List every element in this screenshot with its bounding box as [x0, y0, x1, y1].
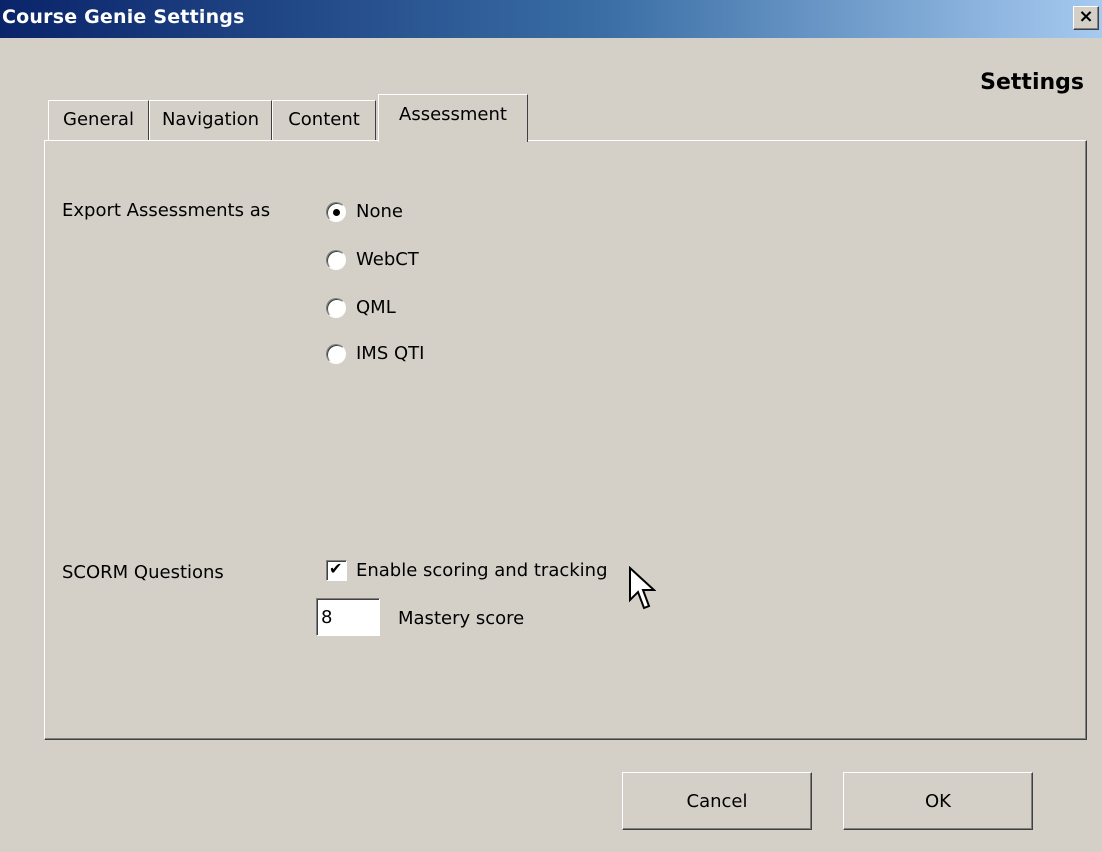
tab-label: Assessment	[399, 104, 507, 125]
radio-qml-label[interactable]: QML	[356, 297, 396, 318]
radio-ims-qti[interactable]	[326, 344, 346, 364]
tab-content[interactable]: Content	[272, 100, 376, 140]
radio-webct[interactable]	[326, 250, 346, 270]
close-button[interactable]: ×	[1073, 6, 1099, 30]
tab-navigation[interactable]: Navigation	[149, 100, 272, 140]
page-heading: Settings	[980, 70, 1084, 95]
window-title: Course Genie Settings	[2, 6, 245, 28]
enable-scoring-label[interactable]: Enable scoring and tracking	[356, 560, 608, 581]
checkmark-icon: ✔	[329, 559, 343, 578]
title-bar[interactable]: Course Genie Settings ×	[0, 0, 1102, 38]
tab-label: Content	[288, 109, 360, 130]
ok-button[interactable]: OK	[843, 772, 1033, 830]
cancel-button[interactable]: Cancel	[622, 772, 812, 830]
scorm-questions-label: SCORM Questions	[62, 562, 224, 583]
radio-none[interactable]	[326, 202, 346, 222]
radio-qml[interactable]	[326, 298, 346, 318]
mouse-pointer-icon	[629, 566, 656, 610]
assessment-panel	[44, 140, 1087, 740]
radio-ims-qti-label[interactable]: IMS QTI	[356, 343, 424, 364]
tab-assessment[interactable]: Assessment	[378, 94, 528, 142]
enable-scoring-checkbox[interactable]: ✔	[326, 559, 347, 581]
tab-general[interactable]: General	[48, 100, 149, 140]
mastery-score-label: Mastery score	[398, 608, 525, 629]
export-assessments-label: Export Assessments as	[62, 200, 271, 221]
tab-label: General	[63, 109, 134, 130]
radio-webct-label[interactable]: WebCT	[356, 249, 419, 270]
close-icon: ×	[1078, 6, 1094, 27]
settings-dialog: Course Genie Settings × Settings General…	[0, 0, 1102, 852]
radio-selected-dot	[333, 209, 340, 216]
tab-label: Navigation	[161, 109, 260, 130]
radio-none-label[interactable]: None	[356, 201, 403, 222]
mastery-score-input[interactable]	[316, 598, 380, 636]
